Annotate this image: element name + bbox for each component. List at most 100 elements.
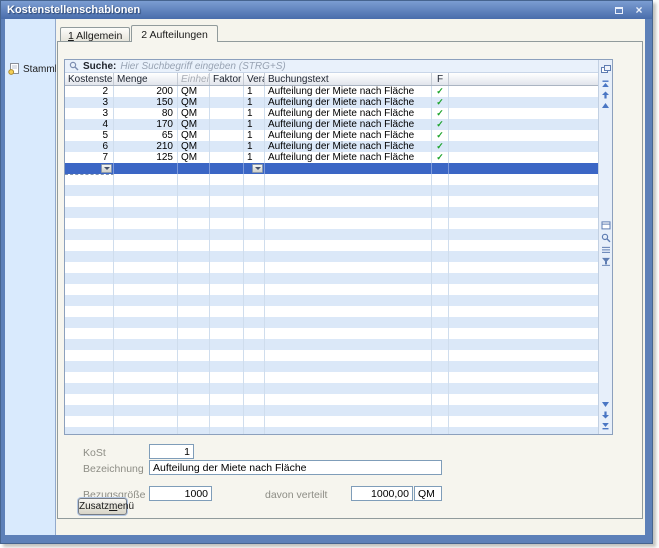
column-chooser-icon[interactable] (600, 64, 612, 75)
cell-faktor[interactable] (210, 163, 244, 174)
cell-empty[interactable] (178, 284, 210, 295)
cell-empty[interactable] (449, 372, 600, 383)
cell-filler[interactable] (449, 97, 600, 108)
cell-empty[interactable] (244, 317, 265, 328)
cell-empty[interactable] (244, 306, 265, 317)
cell-empty[interactable] (178, 427, 210, 434)
cell-empty[interactable] (449, 383, 600, 394)
cell-kostenstelle[interactable]: 6 (65, 141, 114, 152)
cell-f[interactable]: ✓ (432, 108, 449, 119)
cell-empty[interactable] (178, 339, 210, 350)
cell-einheit[interactable]: QM (178, 108, 210, 119)
bezugsgroesse-input[interactable] (149, 486, 212, 501)
cell-empty[interactable] (210, 207, 244, 218)
cell-vera[interactable]: 1 (244, 86, 265, 97)
cell-empty[interactable] (210, 273, 244, 284)
cell-empty[interactable] (265, 383, 432, 394)
cell-empty[interactable] (210, 284, 244, 295)
empty-row[interactable] (65, 427, 600, 434)
cell-empty[interactable] (265, 207, 432, 218)
cell-faktor[interactable] (210, 86, 244, 97)
cell-empty[interactable] (210, 405, 244, 416)
cell-empty[interactable] (114, 361, 178, 372)
cell-empty[interactable] (449, 174, 600, 185)
cell-einheit[interactable]: QM (178, 152, 210, 163)
empty-row[interactable] (65, 240, 600, 251)
cell-empty[interactable] (210, 185, 244, 196)
cell-empty[interactable] (449, 207, 600, 218)
cell-empty[interactable] (65, 196, 114, 207)
cell-empty[interactable] (178, 361, 210, 372)
table-row[interactable]: 4170QM1Aufteilung der Miete nach Fläche✓ (65, 119, 600, 130)
cell-empty[interactable] (244, 295, 265, 306)
empty-row[interactable] (65, 207, 600, 218)
dropdown-button[interactable] (101, 164, 112, 173)
cell-empty[interactable] (210, 350, 244, 361)
cell-empty[interactable] (265, 229, 432, 240)
scroll-bottom-icon[interactable] (601, 422, 610, 430)
cell-empty[interactable] (449, 273, 600, 284)
cell-empty[interactable] (449, 229, 600, 240)
cell-empty[interactable] (210, 394, 244, 405)
column-header-faktor[interactable]: Faktor (210, 73, 244, 85)
cell-empty[interactable] (449, 405, 600, 416)
cell-empty[interactable] (65, 229, 114, 240)
cell-empty[interactable] (178, 218, 210, 229)
cell-empty[interactable] (210, 383, 244, 394)
cell-empty[interactable] (114, 284, 178, 295)
cell-empty[interactable] (178, 273, 210, 284)
cell-empty[interactable] (178, 251, 210, 262)
cell-empty[interactable] (432, 262, 449, 273)
cell-vera[interactable]: 1 (244, 119, 265, 130)
cell-kostenstelle[interactable]: 7 (65, 152, 114, 163)
cell-empty[interactable] (178, 350, 210, 361)
empty-row[interactable] (65, 251, 600, 262)
cell-faktor[interactable] (210, 119, 244, 130)
cell-kostenstelle[interactable]: 4 (65, 119, 114, 130)
cell-einheit[interactable] (178, 163, 210, 174)
cell-filler[interactable] (449, 141, 600, 152)
cell-empty[interactable] (265, 218, 432, 229)
cell-empty[interactable] (178, 295, 210, 306)
cell-empty[interactable] (178, 207, 210, 218)
cell-buchungstext[interactable]: Aufteilung der Miete nach Fläche (265, 86, 432, 97)
cell-faktor[interactable] (210, 141, 244, 152)
cell-empty[interactable] (265, 328, 432, 339)
cell-empty[interactable] (65, 339, 114, 350)
cell-empty[interactable] (114, 229, 178, 240)
cell-empty[interactable] (178, 317, 210, 328)
empty-row[interactable] (65, 185, 600, 196)
cell-empty[interactable] (449, 427, 600, 434)
cell-empty[interactable] (114, 394, 178, 405)
cell-empty[interactable] (114, 383, 178, 394)
cell-einheit[interactable]: QM (178, 86, 210, 97)
empty-row[interactable] (65, 383, 600, 394)
cell-empty[interactable] (265, 262, 432, 273)
cell-empty[interactable] (114, 196, 178, 207)
cell-empty[interactable] (65, 273, 114, 284)
cell-empty[interactable] (432, 295, 449, 306)
cell-buchungstext[interactable]: Aufteilung der Miete nach Fläche (265, 130, 432, 141)
cell-buchungstext[interactable]: Aufteilung der Miete nach Fläche (265, 108, 432, 119)
cell-empty[interactable] (432, 328, 449, 339)
cell-empty[interactable] (114, 372, 178, 383)
cell-empty[interactable] (265, 372, 432, 383)
cell-empty[interactable] (265, 405, 432, 416)
cell-empty[interactable] (432, 196, 449, 207)
column-header-menge[interactable]: Menge (114, 73, 178, 85)
cell-empty[interactable] (244, 229, 265, 240)
empty-row[interactable] (65, 317, 600, 328)
cell-empty[interactable] (432, 284, 449, 295)
cell-menge[interactable]: 210 (114, 141, 178, 152)
cell-faktor[interactable] (210, 130, 244, 141)
empty-row[interactable] (65, 174, 600, 185)
empty-row[interactable] (65, 218, 600, 229)
cell-empty[interactable] (244, 240, 265, 251)
cell-empty[interactable] (114, 251, 178, 262)
cell-empty[interactable] (244, 405, 265, 416)
cell-kostenstelle[interactable] (65, 163, 114, 174)
cell-menge[interactable]: 65 (114, 130, 178, 141)
cell-empty[interactable] (210, 306, 244, 317)
cell-empty[interactable] (114, 262, 178, 273)
cell-empty[interactable] (265, 416, 432, 427)
